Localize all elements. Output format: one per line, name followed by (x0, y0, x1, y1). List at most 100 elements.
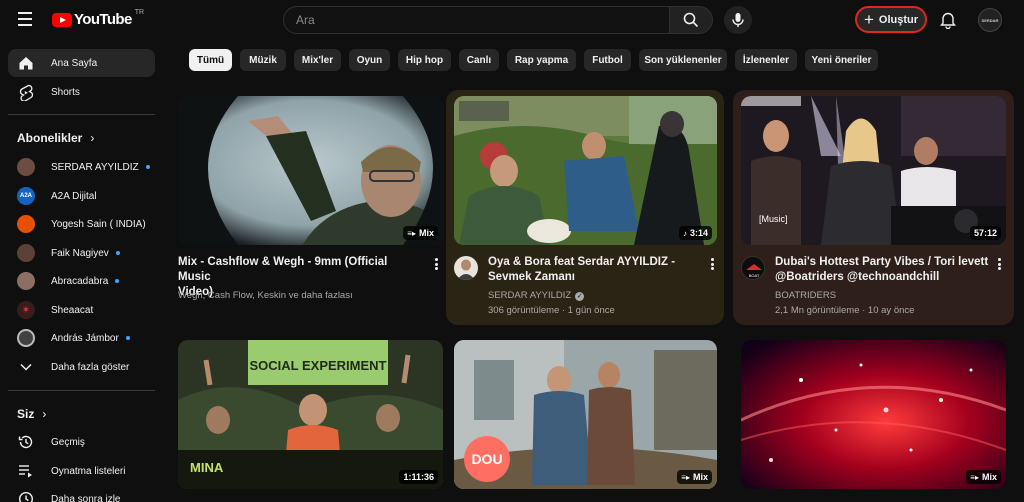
create-label: Oluştur (878, 13, 919, 26)
youtube-logo[interactable]: YouTube TR (52, 9, 145, 28)
mix-badge: ≡▸ Mix (677, 470, 712, 484)
search-icon (683, 12, 699, 28)
sidebar-item-label: Daha sonra izle (51, 493, 121, 502)
shorts-icon (17, 83, 35, 101)
chip-new-to-you[interactable]: Yeni öneriler (805, 49, 878, 71)
chip-music[interactable]: Müzik (240, 49, 286, 71)
badge-label: Mix (692, 472, 708, 482)
sidebar-item-label: Ana Sayfa (51, 57, 98, 69)
sidebar-item-subscription[interactable]: A2A A2A Dijital (8, 182, 155, 210)
video-title-line: Sevmek Zamanı (488, 271, 575, 283)
mix-badge: ≡▸ Mix (966, 470, 1001, 484)
mix-icon: ≡▸ (681, 472, 690, 482)
channel-avatar[interactable]: BOAT (741, 256, 765, 280)
channel-avatar[interactable] (454, 256, 478, 280)
video-thumbnail[interactable]: [Music] 57:12 (741, 96, 1006, 245)
duration-badge: 57:12 (969, 226, 1001, 240)
sidebar-item-history[interactable]: Geçmiş (8, 428, 155, 456)
channel-avatar (17, 272, 35, 290)
search-input[interactable] (284, 7, 669, 33)
menu-icon[interactable] (14, 12, 36, 28)
sidebar-item-subscription[interactable]: ✶ Sheaacat (8, 296, 155, 324)
sidebar-item-subscription[interactable]: Faik Nagiyev (8, 239, 155, 267)
channel-name-text: SERDAR AYYILDIZ (488, 290, 572, 301)
sidebar-item-subscription[interactable]: Abracadabra (8, 267, 155, 295)
chip-all[interactable]: Tümü (189, 49, 232, 71)
more-options-icon[interactable] (994, 256, 1004, 272)
thumbnail-banner-text: SOCIAL EXPERIMENT (249, 358, 386, 373)
video-thumbnail[interactable]: ≡▸ Mix (741, 340, 1006, 489)
new-content-dot (125, 336, 130, 340)
channel-avatar: ✶ (17, 301, 35, 319)
history-icon (17, 433, 35, 451)
home-icon (17, 54, 35, 72)
you-heading[interactable]: Siz › (17, 407, 46, 421)
chip-gaming[interactable]: Oyun (349, 49, 390, 71)
sidebar-item-label: András Jámbor (51, 332, 119, 344)
thumbnail-caption: [Music] (759, 214, 788, 224)
sidebar-item-playlists[interactable]: Oynatma listeleri (8, 457, 155, 485)
video-title[interactable]: Dubai's Hottest Party Vibes / Tori levet… (775, 255, 990, 285)
sidebar-item-label: SERDAR AYYILDIZ (51, 161, 139, 173)
sidebar-item-label: Sheaacat (51, 304, 94, 316)
more-options-icon[interactable] (431, 256, 441, 272)
chip-live[interactable]: Canlı (459, 49, 499, 71)
voice-search-button[interactable] (724, 6, 752, 34)
chip-mixes[interactable]: Mix'ler (294, 49, 341, 71)
account-avatar[interactable]: SERDAR (978, 8, 1002, 32)
video-thumbnail[interactable]: DOU ≡▸ Mix (454, 340, 717, 489)
video-title-line: Dubai's Hottest Party Vibes / Tori levet… (775, 256, 989, 268)
sidebar-divider (8, 390, 155, 391)
sidebar-item-watch-later[interactable]: Daha sonra izle (8, 485, 155, 502)
mix-icon: ≡▸ (970, 472, 979, 482)
music-note-icon: ♪ (682, 228, 687, 238)
verified-icon: ✓ (575, 292, 585, 301)
sidebar-divider (8, 114, 155, 115)
duration-badge: 1:11:36 (399, 470, 438, 484)
playlist-icon (17, 462, 35, 480)
notifications-button[interactable] (937, 9, 959, 31)
channel-avatar (17, 215, 35, 233)
more-options-icon[interactable] (707, 256, 717, 272)
badge-label: Mix (981, 472, 997, 482)
you-title: Siz (17, 407, 35, 421)
channel-name[interactable]: SERDAR AYYILDIZ ✓ (488, 288, 585, 303)
sidebar-item-shorts[interactable]: Shorts (8, 78, 155, 106)
sidebar-item-subscription[interactable]: SERDAR AYYILDIZ (8, 153, 155, 181)
sidebar-item-label: Abracadabra (51, 275, 109, 287)
sidebar-item-home[interactable]: Ana Sayfa (8, 49, 155, 77)
chip-rap[interactable]: Rap yapma (507, 49, 576, 71)
sidebar-item-subscription[interactable]: András Jámbor (8, 324, 155, 352)
channel-avatar (17, 244, 35, 262)
country-code: TR (134, 9, 145, 16)
video-thumbnail[interactable]: ≡▸ Mix (178, 96, 443, 245)
show-more-button[interactable]: Daha fazla göster (8, 353, 155, 381)
sidebar-item-label: Geçmiş (51, 436, 85, 448)
thumbnail-caption: MINA (190, 460, 224, 475)
badge-label: 3:14 (689, 228, 708, 238)
clock-icon (17, 490, 35, 502)
badge-label: Mix (418, 228, 434, 238)
thumbnail-logo: DOU (464, 436, 510, 482)
chip-hip-hop[interactable]: Hip hop (398, 49, 451, 71)
video-thumbnail[interactable]: SOCIAL EXPERIMENT MINA 1:11:36 (178, 340, 443, 489)
video-thumbnail[interactable]: ♪ 3:14 (454, 96, 717, 245)
thumbnail-image (178, 96, 443, 245)
badge-label: 1:11:36 (403, 472, 434, 482)
sidebar-item-label: Yogesh Sain ( INDIA) (51, 218, 146, 230)
create-button[interactable]: + Oluştur (855, 6, 927, 33)
video-title-line: @Boatriders @technoandchill (775, 271, 940, 283)
subscriptions-heading[interactable]: Abonelikler › (17, 131, 94, 145)
sidebar-item-label: Shorts (51, 86, 80, 98)
badge-label: 57:12 (973, 228, 997, 238)
chip-watched[interactable]: İzlenenler (735, 49, 797, 71)
chip-football[interactable]: Futbol (584, 49, 631, 71)
youtube-play-icon (52, 12, 72, 27)
video-meta: Wegh, Cash Flow, Keskin ve daha fazlası (178, 290, 353, 301)
video-title[interactable]: Oya & Bora feat Serdar AYYILDIZ - Sevmek… (488, 255, 698, 285)
sidebar-item-subscription[interactable]: Yogesh Sain ( INDIA) (8, 210, 155, 238)
chip-recently-uploaded[interactable]: Son yüklenenler (639, 49, 727, 71)
sidebar: Ana Sayfa Shorts Abonelikler › SERDAR AY… (0, 40, 164, 502)
search-button[interactable] (669, 6, 713, 34)
channel-name[interactable]: BOATRIDERS (775, 288, 836, 303)
